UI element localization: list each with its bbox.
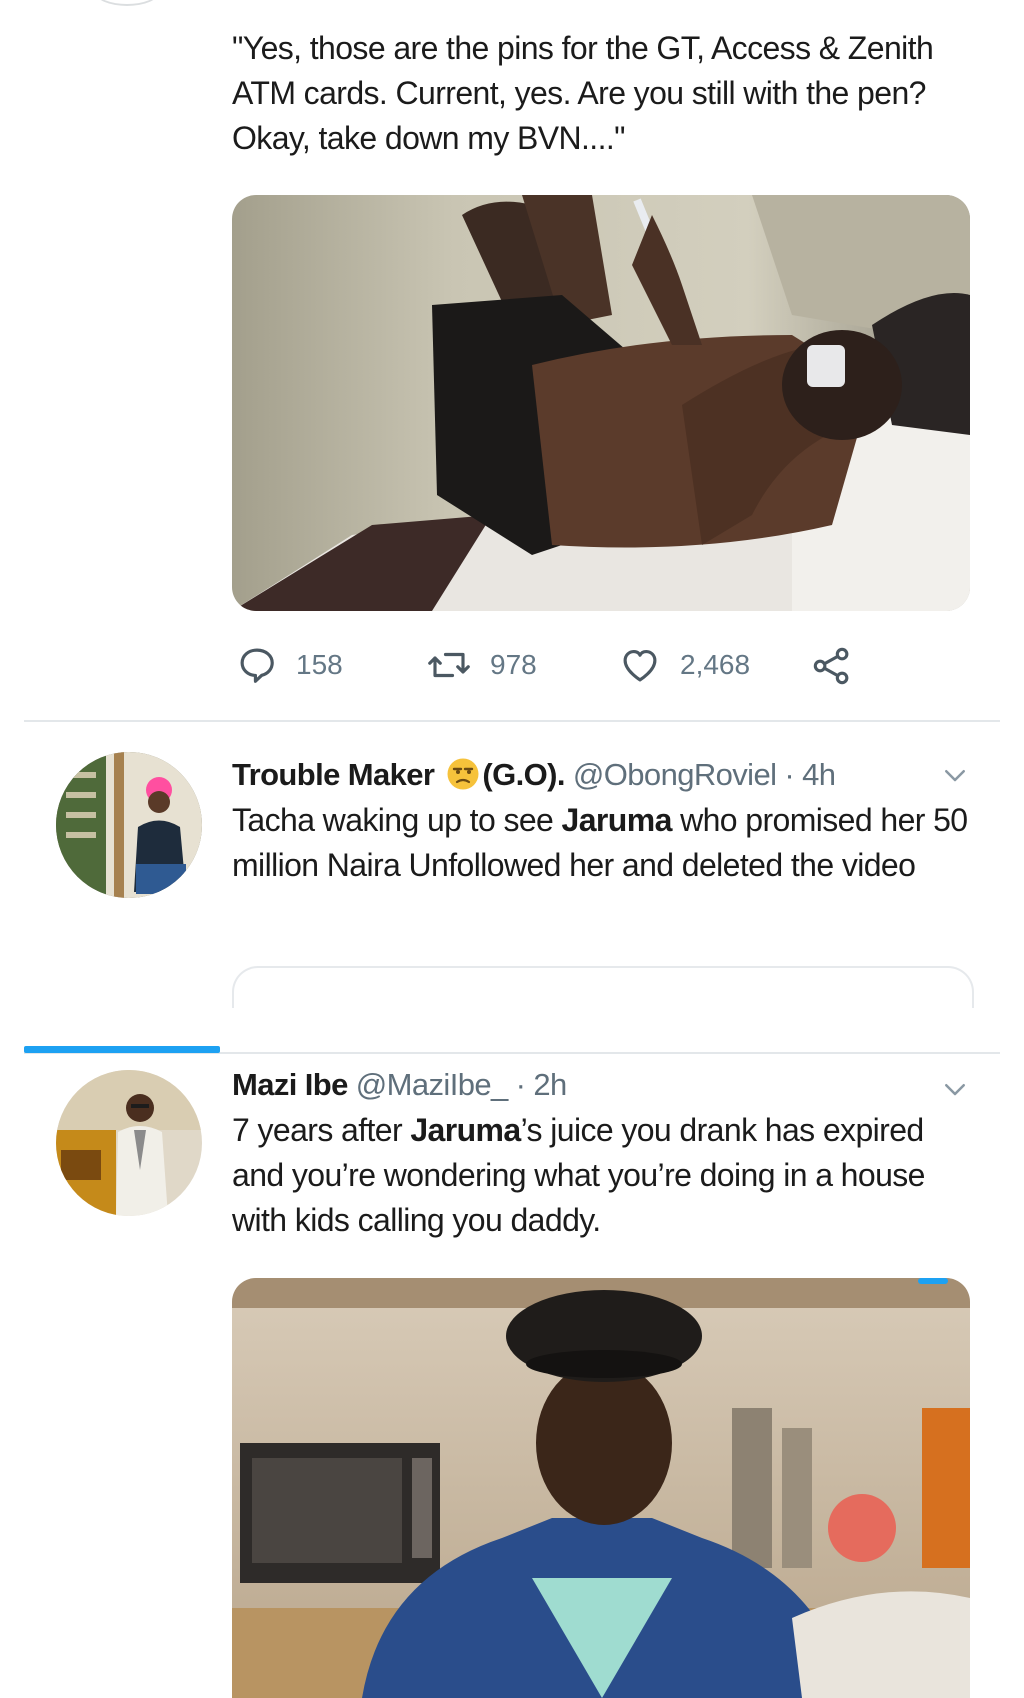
share-button[interactable] (810, 644, 854, 693)
tweet-1-image[interactable] (232, 195, 970, 611)
share-icon (813, 647, 849, 685)
tweet-2-text: Tacha waking up to see Jaruma who promis… (232, 798, 972, 888)
mention-jaruma: Jaruma (561, 802, 673, 838)
avatar-trouble-maker (56, 752, 202, 898)
tweet-menu-button[interactable] (940, 1074, 970, 1109)
heart-icon (623, 649, 657, 682)
image-loading-indicator (918, 1278, 948, 1284)
like-count: 2,468 (680, 649, 751, 680)
reply-icon (240, 648, 274, 683)
user-handle[interactable]: @MaziIbe_ (356, 1067, 508, 1102)
user-handle[interactable]: @ObongRoviel (573, 757, 777, 792)
tweet-text-part: Tacha waking up to see (232, 802, 562, 838)
tweet-3-image[interactable] (232, 1278, 970, 1698)
user-name-suffix: (G.O). (482, 757, 565, 792)
retweet-button[interactable]: 978 (426, 644, 537, 686)
tweet-3-text: 7 years after Jaruma’s juice you drank h… (232, 1108, 972, 1243)
mention-jaruma: Jaruma (410, 1112, 521, 1148)
retweet-icon (428, 652, 470, 678)
top-partial-avatar (95, 0, 159, 6)
chevron-down-icon (945, 770, 965, 782)
retweet-count: 978 (490, 649, 537, 680)
avatar-mazi-ibe (56, 1070, 202, 1216)
tweet-divider (24, 720, 1000, 722)
man-in-beret-photo (232, 1278, 970, 1698)
tweet-3-header: Mazi Ibe @MaziIbe_ · 2h (232, 1065, 567, 1105)
reply-button[interactable]: 158 (236, 644, 343, 686)
tweet-text-part: 7 years after (232, 1112, 411, 1148)
user-name[interactable]: Trouble Maker (232, 757, 435, 792)
loading-progress-bar (24, 1046, 220, 1053)
avatar[interactable] (56, 1070, 202, 1216)
man-on-bed-photo (232, 195, 970, 611)
like-button[interactable]: 2,468 (618, 644, 750, 686)
tweet-time: · 4h (784, 757, 836, 792)
unamused-face-icon (447, 758, 479, 790)
reply-count: 158 (296, 649, 343, 680)
avatar[interactable] (56, 752, 202, 898)
tweet-1-text: "Yes, those are the pins for the GT, Acc… (232, 30, 934, 156)
tweet-2-header: Trouble Maker (G.O). @ObongRoviel · 4h (232, 755, 836, 795)
chevron-down-icon (945, 1084, 965, 1096)
user-name[interactable]: Mazi Ibe (232, 1067, 348, 1102)
tweet-menu-button[interactable] (940, 760, 970, 795)
tweet-time: · 2h (515, 1067, 568, 1102)
link-card-top-edge[interactable] (232, 966, 974, 1008)
